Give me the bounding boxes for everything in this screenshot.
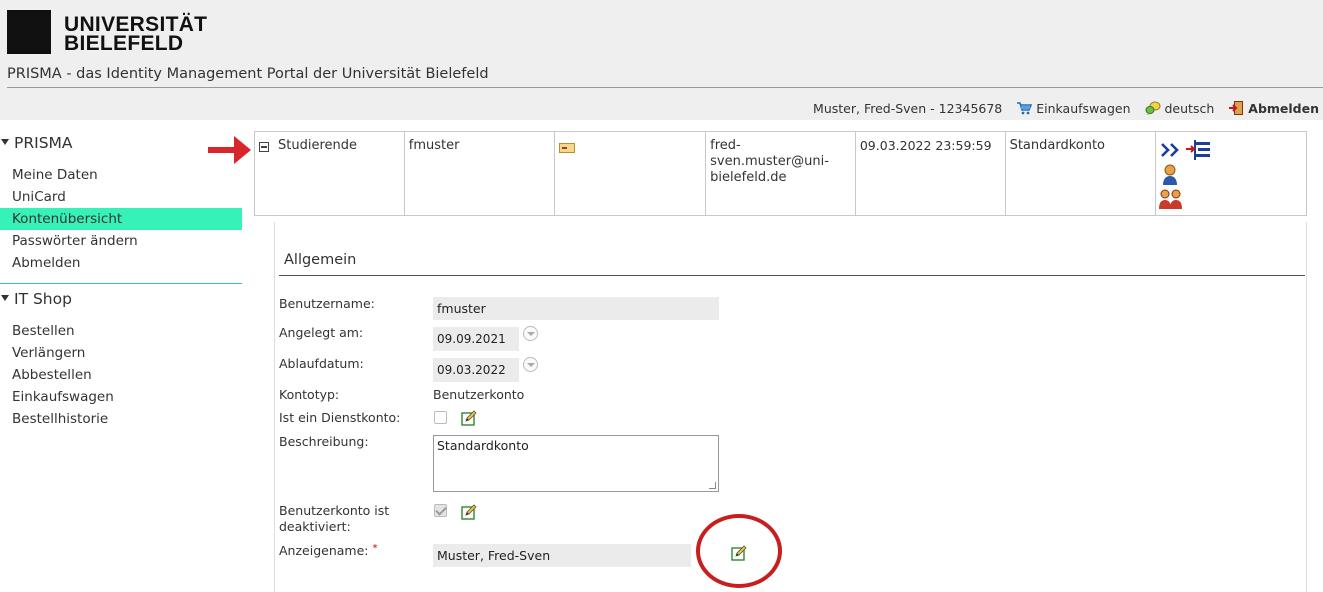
id-card-icon <box>559 143 576 153</box>
nav-item-verlaengern[interactable]: Verlängern <box>0 342 242 364</box>
logout-label: Abmelden <box>1248 100 1319 116</box>
transfer-icon[interactable] <box>1186 139 1214 161</box>
account-type-cell: Studierende <box>255 132 405 215</box>
header-divider <box>7 87 1323 88</box>
logo-line-2: BIELEFELD <box>64 32 184 55</box>
portal-title: PRISMA - das Identity Management Portal … <box>7 66 489 82</box>
section-title: Allgemein <box>284 252 357 268</box>
user-group-icon[interactable] <box>1159 188 1183 210</box>
expand-triangle-icon <box>1 139 9 145</box>
university-logo-text[interactable]: UNIVERSITÄT BIELEFELD <box>64 14 207 55</box>
created-date-dropdown-icon[interactable] <box>523 326 538 341</box>
resize-handle-icon[interactable] <box>709 482 716 489</box>
required-marker: * <box>372 543 378 554</box>
nav-section-prisma-title: PRISMA <box>14 134 73 152</box>
account-actions-cell <box>1156 132 1306 215</box>
user-bar: Muster, Fred-Sven - 12345678 Einkaufswag… <box>813 100 1319 116</box>
logout-icon <box>1229 101 1244 115</box>
edit-icon[interactable] <box>461 504 477 520</box>
deactivated-label: Benutzerkonto ist deaktiviert: <box>279 503 389 535</box>
account-description: Standardkonto <box>1009 138 1106 153</box>
account-expiry: 09.03.2022 23:59:59 <box>859 138 992 153</box>
deactivated-label-line-1: Benutzerkonto ist <box>279 503 390 518</box>
nav-item-abbestellen[interactable]: Abbestellen <box>0 364 242 386</box>
language-label: deutsch <box>1164 100 1215 116</box>
nav-item-bestellen[interactable]: Bestellen <box>0 320 242 342</box>
account-email-cell: fred-sven.muster@uni- bielefeld.de <box>706 132 856 215</box>
user-name: Muster, Fred-Sven - 12345678 <box>813 100 1003 116</box>
account-expiry-cell: 09.03.2022 23:59:59 <box>856 132 1006 215</box>
language-icon <box>1145 101 1160 115</box>
nav-item-einkaufswagen[interactable]: Einkaufswagen <box>0 386 242 408</box>
language-switch[interactable]: deutsch <box>1145 100 1215 116</box>
service-account-label: Ist ein Dienstkonto: <box>279 410 401 425</box>
description-label: Beschreibung: <box>279 434 369 449</box>
expand-triangle-icon <box>1 295 9 301</box>
header: UNIVERSITÄT BIELEFELD PRISMA - das Ident… <box>0 0 1323 120</box>
expiry-date-dropdown-icon[interactable] <box>523 357 538 372</box>
annotation-circle <box>696 514 782 588</box>
nav-item-meine-daten[interactable]: Meine Daten <box>0 164 242 186</box>
annotation-arrow-icon <box>208 136 251 164</box>
nav-item-unicard[interactable]: UniCard <box>0 186 242 208</box>
description-textarea[interactable]: Standardkonto <box>433 435 719 492</box>
nav-section-itshop[interactable]: IT Shop <box>0 286 242 312</box>
nav-item-bestellhistorie[interactable]: Bestellhistorie <box>0 408 242 430</box>
nav-section-prisma[interactable]: PRISMA <box>0 130 242 156</box>
nav-item-passwoerter-aendern[interactable]: Passwörter ändern <box>0 230 242 252</box>
account-card-cell <box>555 132 707 215</box>
account-email-line-1: fred-sven.muster@uni- <box>710 138 829 169</box>
account-username: fmuster <box>408 138 460 153</box>
username-field[interactable]: fmuster <box>433 297 719 320</box>
cart-label: Einkaufswagen <box>1036 100 1131 116</box>
double-chevron-right-icon[interactable] <box>1161 143 1181 157</box>
service-account-checkbox[interactable] <box>434 411 447 424</box>
sidebar: PRISMA Meine Daten UniCard Kontenübersic… <box>0 130 242 430</box>
description-text: Standardkonto <box>437 438 529 453</box>
cart-link[interactable]: Einkaufswagen <box>1016 100 1131 116</box>
account-type: Studierende <box>278 138 357 153</box>
account-type-value: Benutzerkonto <box>433 387 525 402</box>
deactivated-label-line-2: deaktiviert: <box>279 519 351 534</box>
collapse-icon[interactable] <box>259 142 269 152</box>
expiry-date-field[interactable]: 09.03.2022 <box>433 358 519 382</box>
account-type-label: Kontotyp: <box>279 387 340 402</box>
display-name-label-text: Anzeigename: <box>279 543 369 558</box>
deactivated-checkbox[interactable] <box>434 504 447 517</box>
logout-link[interactable]: Abmelden <box>1228 100 1319 116</box>
account-table-row[interactable]: Studierende fmuster fred-sven.muster@uni… <box>254 131 1307 216</box>
created-date-field[interactable]: 09.09.2021 <box>433 327 519 351</box>
created-label: Angelegt am: <box>279 325 364 340</box>
display-name-label: Anzeigename: * <box>279 543 377 561</box>
account-detail-panel: Allgemein Benutzername: fmuster Angelegt… <box>274 222 1307 592</box>
username-label: Benutzername: <box>279 296 375 311</box>
cart-icon <box>1017 102 1033 115</box>
nav-item-kontenuebersicht[interactable]: Kontenübersicht <box>0 208 242 230</box>
expiry-label: Ablaufdatum: <box>279 356 364 371</box>
account-email-line-2: bielefeld.de <box>710 170 787 185</box>
edit-icon[interactable] <box>461 410 477 426</box>
account-description-cell: Standardkonto <box>1006 132 1157 215</box>
nav-section-itshop-title: IT Shop <box>14 290 72 308</box>
nav-item-abmelden[interactable]: Abmelden <box>0 252 242 274</box>
section-divider <box>279 275 1305 276</box>
account-username-cell: fmuster <box>405 132 556 215</box>
university-logo-mark[interactable] <box>7 10 51 54</box>
display-name-field[interactable]: Muster, Fred-Sven <box>433 544 691 567</box>
user-icon[interactable] <box>1161 164 1179 186</box>
